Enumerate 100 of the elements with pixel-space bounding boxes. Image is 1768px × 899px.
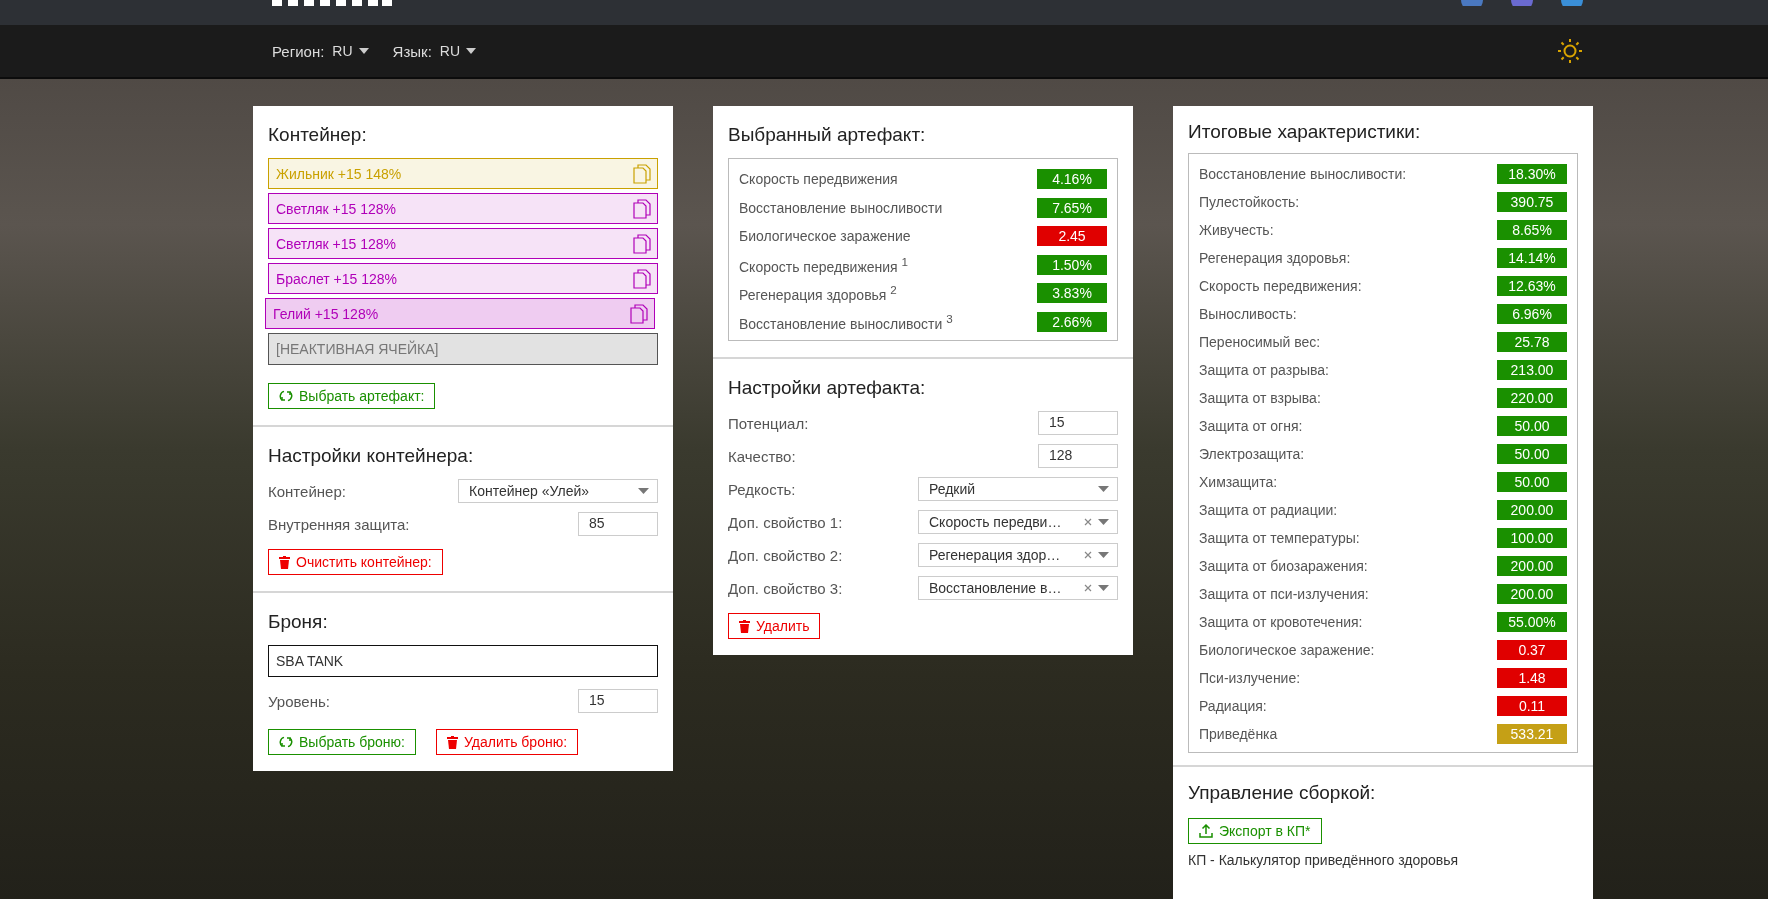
language-dropdown[interactable]: RU [439,43,477,59]
artifact-slot[interactable]: Светляк +15 128% [268,193,658,224]
refresh-icon [279,735,293,749]
field-label: Уровень: [268,692,330,710]
region-dropdown[interactable]: RU [332,43,369,59]
section-title: Итоговые характеристики: [1188,121,1422,143]
stat-value: 390.75 [1497,192,1567,212]
clear-icon[interactable] [1084,518,1092,526]
stat-label: Скорость передвижения $^{1}$ [739,254,909,275]
copy-icon[interactable] [633,233,651,254]
stat-label: Биологическое заражение: [1199,642,1375,658]
stat-value: 50.00 [1497,444,1567,464]
stat-label: Пси-излучение: [1199,670,1301,686]
artifact-slot[interactable]: Гелий +15 128% [265,298,655,329]
caret-icon [1098,519,1109,525]
stat-value: 3.83% [1037,283,1107,304]
stat-label: Приведёнка [1199,726,1278,742]
stat-value: 200.00 [1497,500,1567,520]
stat-value: 200.00 [1497,584,1567,604]
round-icon[interactable] [1511,0,1533,6]
round-icon[interactable] [1561,0,1583,6]
stat-value: 50.00 [1497,416,1567,436]
copy-icon[interactable] [633,268,651,289]
region-label: Регион: [272,42,325,60]
stat-label: Скорость передвижения: [1199,278,1362,294]
artifact-slot[interactable]: Светляк +15 128% [268,228,658,259]
stat-label: Живучесть: [1199,222,1274,238]
trash-icon [279,555,290,569]
caret-icon [466,48,477,54]
field-label: Качество: [728,447,796,465]
stat-value: 14.14% [1497,248,1567,268]
section-title: Контейнер: [268,124,368,146]
stat-label: Регенерация здоровья $^{2}$ [739,283,897,304]
stat-value: 533.21 [1497,724,1567,744]
select-armor-button[interactable]: Выбрать броню: [268,729,416,755]
stat-label: Восстановление выносливости $^{3}$ [739,311,953,332]
stat-label: Радиация: [1199,698,1267,714]
note-text: КП - Калькулятор приведённого здоровья [1188,852,1460,868]
delete-button[interactable]: Удалить [728,613,821,639]
caret-icon [358,48,369,54]
delete-armor-button[interactable]: Удалить броню: [436,729,579,755]
stat-value: 220.00 [1497,388,1567,408]
stat-value: 7.65% [1037,197,1107,218]
section-title: Настройки артефакта: [728,377,927,399]
field-label: Доп. свойство 2: [728,546,843,564]
stat-value: 200.00 [1497,556,1567,576]
stat-label: Восстановление выносливости [739,199,943,216]
stat-label: Выносливость: [1199,306,1297,322]
number-field[interactable]: 15 [578,689,658,713]
section-title: Выбранный артефакт: [728,124,927,146]
stat-value: 25.78 [1497,332,1567,352]
trash-icon [447,735,458,749]
export-button[interactable]: Экспорт в КП* [1188,818,1322,844]
copy-icon[interactable] [633,198,651,219]
stat-label: Защита от разрыва: [1199,362,1329,378]
stat-label: Биологическое заражение [739,228,911,245]
stat-value: 2.45 [1037,226,1107,247]
stat-value: 8.65% [1497,220,1567,240]
stat-value: 12.63% [1497,276,1567,296]
select-field[interactable]: Скорость передви… [918,510,1118,534]
field-label: Внутренняя защита: [268,515,410,533]
select-field[interactable]: Регенерация здор… [918,543,1118,567]
clear-icon[interactable] [1084,584,1092,592]
caret-icon [1098,486,1109,492]
stat-value: 1.48 [1497,668,1567,688]
stat-value: 1.50% [1037,254,1107,275]
stat-label: Защита от кровотечения: [1199,614,1363,630]
select-field[interactable]: Контейнер «Улей» [458,479,658,503]
stat-value: 0.37 [1497,640,1567,660]
stat-label: Защита от взрыва: [1199,390,1321,406]
field-label: Доп. свойство 1: [728,513,843,531]
stat-value: 55.00% [1497,612,1567,632]
sun-icon[interactable] [1557,38,1583,64]
stat-label: Защита от пси-излучения: [1199,586,1369,602]
number-field[interactable]: 85 [578,512,658,536]
select-artifact-button[interactable]: Выбрать артефакт: [268,383,436,409]
number-field[interactable]: 15 [1038,411,1118,435]
stat-label: Химзащита: [1199,474,1278,490]
copy-icon[interactable] [633,163,651,184]
stat-label: Защита от биозаражения: [1199,558,1368,574]
upload-icon [1199,824,1213,838]
select-field[interactable]: Редкий [918,477,1118,501]
section-title: Настройки контейнера: [268,445,475,467]
stat-label: Защита от температуры: [1199,530,1360,546]
copy-icon[interactable] [630,303,648,324]
clear-container-button[interactable]: Очистить контейнер: [268,549,443,575]
stat-label: Восстановление выносливости: [1199,166,1407,182]
number-field[interactable]: 128 [1038,444,1118,468]
clear-icon[interactable] [1084,551,1092,559]
round-icon[interactable] [1461,0,1483,6]
armor-name-field[interactable]: SBA TANK [268,645,658,677]
artifact-slot[interactable]: Браслет +15 128% [268,263,658,294]
stat-label: Защита от огня: [1199,418,1303,434]
refresh-icon [279,389,293,403]
stat-label: Переносимый вес: [1199,334,1321,350]
select-field[interactable]: Восстановление в… [918,576,1118,600]
stat-value: 4.16% [1037,169,1107,190]
caret-icon [1098,552,1109,558]
trash-icon [739,619,750,633]
stat-value: 2.66% [1037,311,1107,332]
